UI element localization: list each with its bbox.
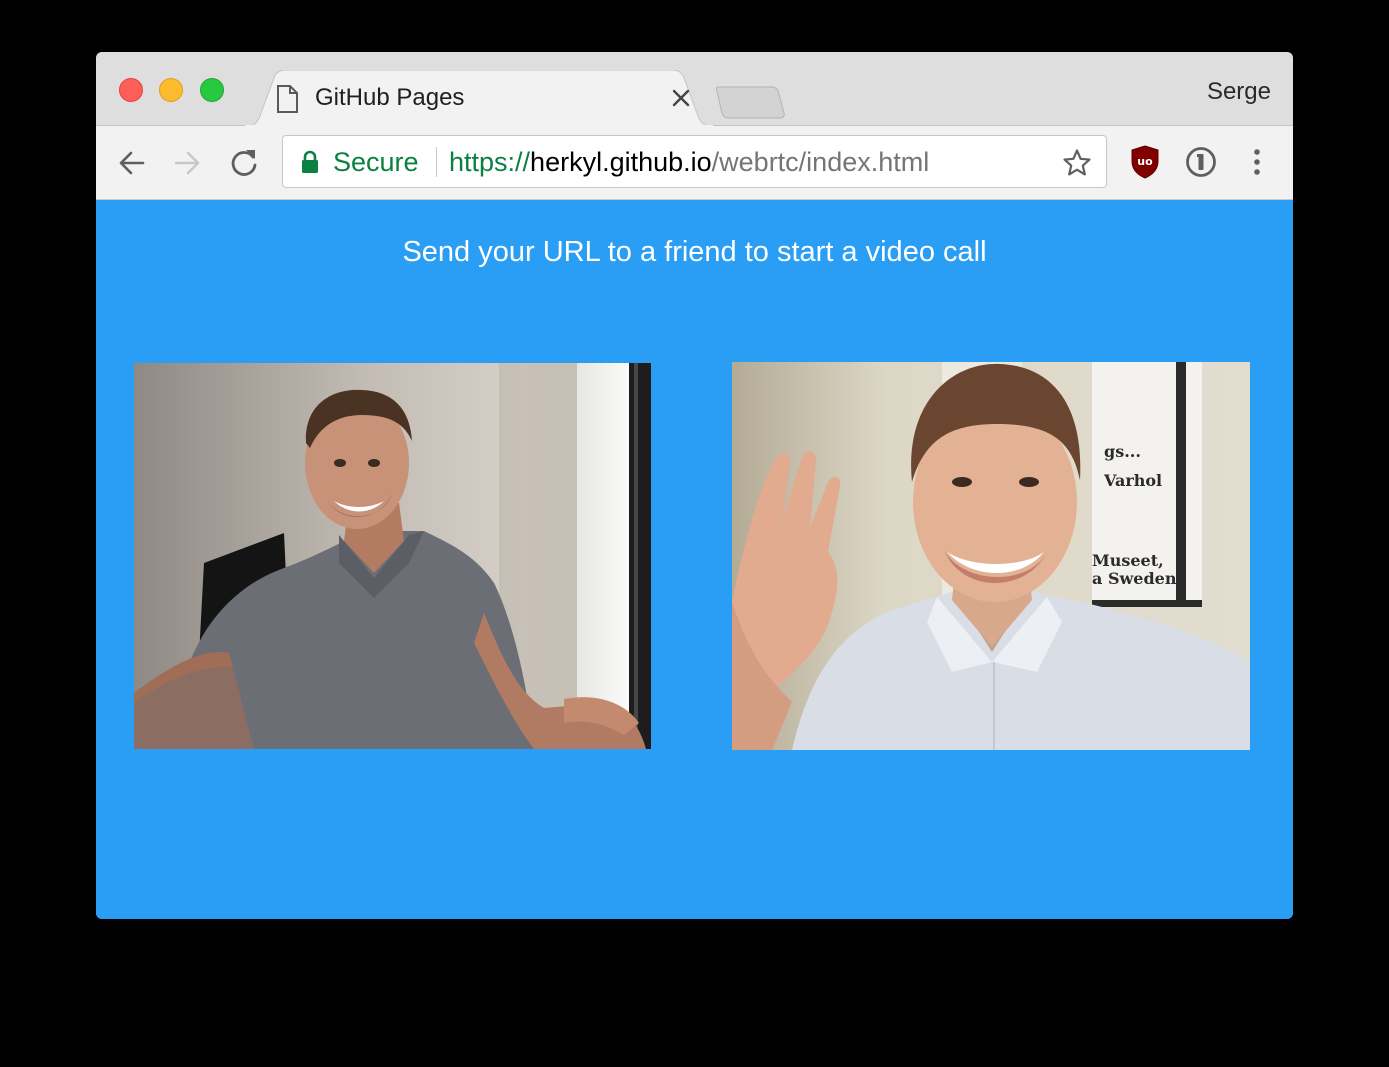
url-scheme: https:// [449, 147, 531, 177]
url-text[interactable]: https://herkyl.github.io/webrtc/index.ht… [449, 147, 929, 178]
svg-text:Museet,: Museet, [1092, 551, 1164, 570]
tab-title: GitHub Pages [315, 84, 465, 111]
browser-toolbar: Secure https://herkyl.github.io/webrtc/i… [96, 126, 1293, 200]
secure-label[interactable]: Secure [333, 147, 419, 178]
window-close-button[interactable] [119, 78, 143, 102]
tab-strip: GitHub Pages Serge [96, 52, 1293, 127]
document-icon [277, 85, 298, 113]
reload-icon[interactable] [227, 146, 261, 180]
svg-text:a Sweden: a Sweden [1092, 569, 1177, 588]
tab-github-pages[interactable]: GitHub Pages [244, 70, 714, 127]
lock-icon[interactable] [301, 150, 319, 174]
window-maximize-button[interactable] [200, 78, 224, 102]
profile-name[interactable]: Serge [1207, 78, 1271, 106]
onepassword-icon[interactable] [1185, 146, 1217, 178]
tab-close-icon[interactable] [668, 85, 694, 111]
local-video-feed [134, 363, 651, 749]
omnibox-divider [436, 147, 437, 177]
remote-video[interactable]: gs... Varhol Museet, a Sweden [732, 362, 1250, 750]
local-video[interactable] [134, 363, 651, 749]
url-path: /webrtc/index.html [711, 147, 930, 177]
page-message: Send your URL to a friend to start a vid… [402, 236, 987, 268]
svg-text:uo: uo [1137, 155, 1153, 168]
browser-window: GitHub Pages Serge Secure https://herkyl… [96, 52, 1293, 919]
page-content: Send your URL to a friend to start a vid… [96, 200, 1293, 919]
back-arrow-icon[interactable] [115, 146, 149, 180]
new-tab-button[interactable] [716, 85, 786, 119]
svg-text:gs...: gs... [1104, 442, 1141, 461]
window-minimize-button[interactable] [159, 78, 183, 102]
more-menu-icon[interactable] [1246, 146, 1268, 178]
url-host: herkyl.github.io [530, 147, 712, 177]
svg-text:Varhol: Varhol [1103, 471, 1162, 490]
bookmark-star-icon[interactable] [1062, 148, 1092, 178]
remote-video-feed: gs... Varhol Museet, a Sweden [732, 362, 1250, 750]
ublock-origin-icon[interactable]: uo [1130, 145, 1160, 179]
forward-arrow-icon[interactable] [170, 146, 204, 180]
address-bar[interactable]: Secure https://herkyl.github.io/webrtc/i… [282, 135, 1107, 188]
